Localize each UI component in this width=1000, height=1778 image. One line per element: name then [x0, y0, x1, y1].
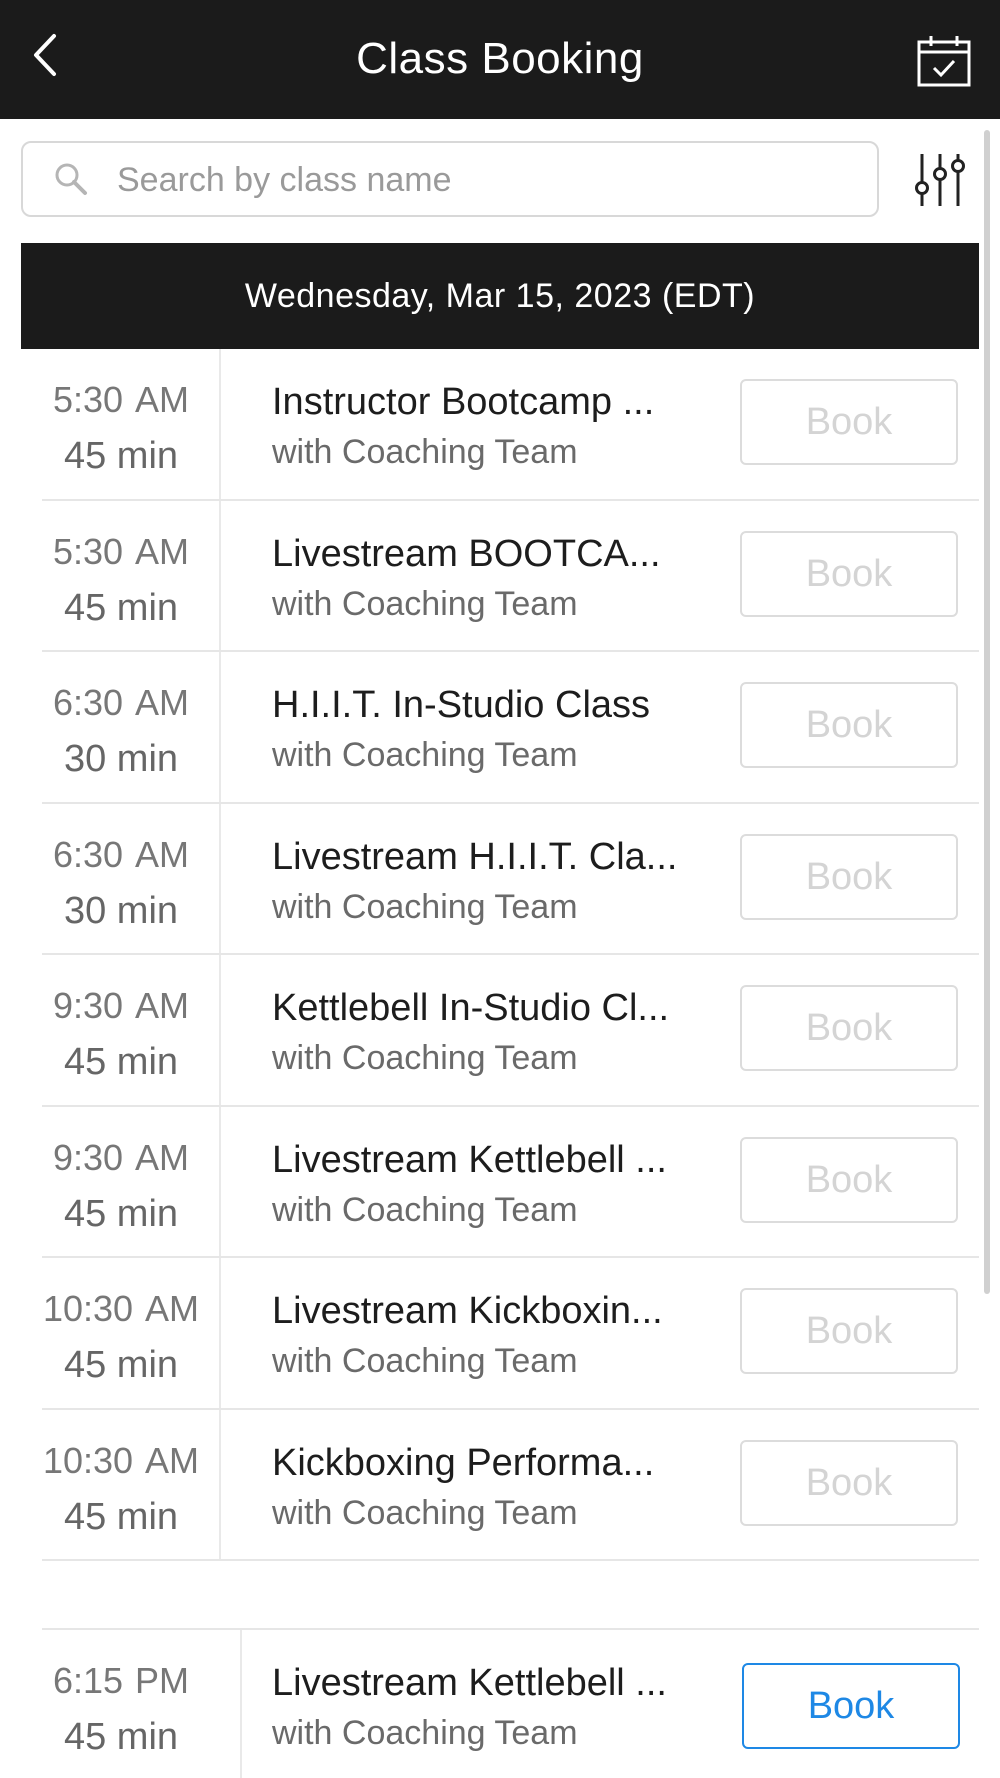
class-time: 10:30 AM: [42, 1439, 200, 1481]
class-time: 9:30 AM: [52, 1136, 190, 1178]
time-column: 6:30 AM 30 min: [21, 803, 221, 953]
time-column: 9:30 AM 45 min: [21, 955, 221, 1105]
book-button[interactable]: Book: [740, 1439, 958, 1526]
class-info: Livestream H.I.I.T. Cla... with Coaching…: [272, 804, 692, 954]
class-duration: 45 min: [63, 1495, 179, 1538]
class-coach: with Coaching Team: [272, 736, 578, 774]
time-column: 10:30 AM 45 min: [21, 1258, 221, 1408]
class-info: Kickboxing Performa... with Coaching Tea…: [272, 1410, 692, 1560]
class-info: Instructor Bootcamp ... with Coaching Te…: [272, 349, 692, 499]
class-coach: with Coaching Team: [272, 887, 578, 926]
class-name: Kickboxing Performa...: [272, 1441, 655, 1484]
class-coach: with Coaching Team: [272, 584, 578, 623]
class-coach: with Coaching Team: [272, 433, 578, 471]
class-time: 6:30 AM: [52, 682, 190, 723]
class-row[interactable]: 9:30 AM 45 min Livestream Kettlebell ... …: [42, 1106, 979, 1258]
class-row[interactable]: 5:30 AM 45 min Livestream BOOTCA... with …: [42, 500, 979, 652]
time-column: 9:30 AM 45 min: [21, 1106, 221, 1256]
book-button[interactable]: Book: [740, 379, 958, 465]
class-coach: with Coaching Team: [272, 1493, 578, 1532]
class-name: Livestream Kettlebell ...: [272, 1138, 667, 1181]
class-time: 10:30 AM: [42, 1288, 200, 1329]
class-time: 9:30 AM: [52, 985, 190, 1026]
class-coach: with Coaching Team: [272, 1039, 578, 1077]
sliders-icon: [915, 154, 965, 206]
class-row[interactable]: 10:30 AM 45 min Livestream Kickboxin... w…: [42, 1258, 979, 1410]
search-icon: [55, 163, 87, 195]
class-time: 5:30 AM: [52, 530, 190, 572]
book-button[interactable]: Book: [740, 833, 958, 920]
class-coach: with Coaching Team: [272, 1714, 578, 1752]
class-list: 5:30 AM 45 min Instructor Bootcamp ... wi…: [21, 349, 979, 1561]
class-row[interactable]: 6:15 PM 45 min Livestream Kettlebell ... …: [42, 1628, 979, 1778]
class-coach: with Coaching Team: [272, 1342, 578, 1380]
class-name: Livestream Kettlebell ...: [272, 1662, 667, 1704]
calendar-button[interactable]: [916, 34, 972, 88]
class-name: Instructor Bootcamp ...: [272, 381, 655, 423]
search-box: [21, 141, 879, 217]
calendar-check-icon: [917, 36, 971, 87]
class-name: Livestream H.I.I.T. Cla...: [272, 835, 678, 878]
class-duration: 45 min: [63, 1344, 179, 1386]
class-info: Livestream Kickboxin... with Coaching Te…: [272, 1258, 692, 1408]
class-row[interactable]: 6:30 AM 30 min Livestream H.I.I.T. Cla...…: [42, 803, 979, 955]
book-button[interactable]: Book: [740, 1136, 958, 1223]
class-info: Livestream BOOTCA... with Coaching Team: [272, 501, 692, 651]
time-column: 5:30 AM 45 min: [21, 349, 221, 499]
time-column: 5:30 AM 45 min: [21, 500, 221, 650]
book-button[interactable]: Book: [742, 1663, 960, 1749]
class-info: H.I.I.T. In-Studio Class with Coaching T…: [272, 652, 692, 802]
class-time: 6:15 PM: [52, 1660, 190, 1701]
class-name: Kettlebell In-Studio Cl...: [272, 987, 670, 1029]
time-column: 6:30 AM 30 min: [21, 652, 221, 802]
filter-button[interactable]: [912, 152, 968, 208]
date-header: Wednesday, Mar 15, 2023 (EDT): [21, 243, 979, 349]
book-button[interactable]: Book: [740, 530, 958, 617]
page-title: Class Booking: [356, 34, 644, 83]
class-duration: 45 min: [63, 1716, 179, 1758]
class-name: H.I.I.T. In-Studio Class: [272, 684, 651, 726]
class-duration: 30 min: [63, 738, 179, 780]
class-row[interactable]: 6:30 AM 30 min H.I.I.T. In-Studio Class w…: [42, 652, 979, 804]
class-duration: 45 min: [63, 1192, 179, 1235]
class-time: 5:30 AM: [52, 379, 190, 420]
class-info: Livestream Kettlebell ... with Coaching …: [272, 1107, 692, 1257]
class-duration: 45 min: [63, 1041, 179, 1083]
class-duration: 45 min: [63, 435, 179, 477]
scrollbar[interactable]: [984, 130, 990, 1294]
class-coach: with Coaching Team: [272, 1190, 578, 1229]
app-bar: Class Booking: [0, 0, 1000, 119]
class-row[interactable]: 9:30 AM 45 min Kettlebell In-Studio Cl...…: [42, 955, 979, 1107]
class-duration: 45 min: [63, 586, 179, 629]
class-row[interactable]: 5:30 AM 45 min Instructor Bootcamp ... wi…: [42, 349, 979, 501]
time-column: 6:15 PM 45 min: [0, 1630, 242, 1778]
class-info: Livestream Kettlebell ... with Coaching …: [272, 1630, 692, 1778]
class-name: Livestream BOOTCA...: [272, 532, 661, 575]
time-column: 10:30 AM 45 min: [21, 1409, 221, 1559]
book-button[interactable]: Book: [740, 985, 958, 1071]
search-input[interactable]: [117, 153, 857, 207]
book-button[interactable]: Book: [740, 682, 958, 768]
class-duration: 30 min: [63, 889, 179, 932]
book-button[interactable]: Book: [740, 1288, 958, 1374]
class-row[interactable]: 10:30 AM 45 min Kickboxing Performa... wi…: [42, 1409, 979, 1561]
class-time: 6:30 AM: [52, 833, 190, 875]
class-name: Livestream Kickboxin...: [272, 1290, 663, 1332]
class-info: Kettlebell In-Studio Cl... with Coaching…: [272, 955, 692, 1105]
